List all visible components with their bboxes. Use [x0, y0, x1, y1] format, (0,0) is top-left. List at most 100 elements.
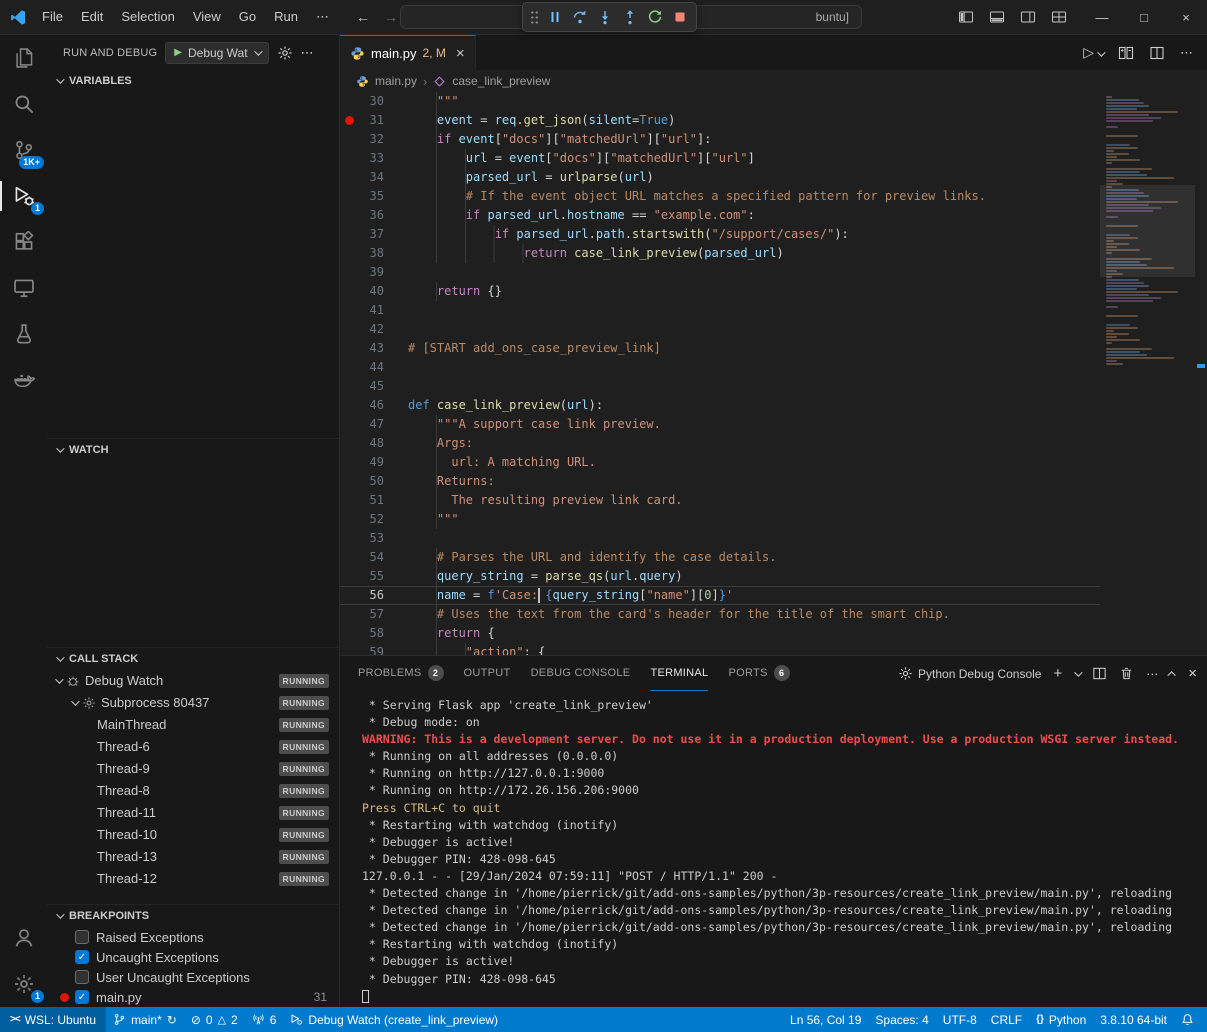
- menu-run[interactable]: Run: [265, 5, 307, 29]
- code-line[interactable]: 44: [340, 358, 1195, 377]
- code-line[interactable]: 56name = f'Case: {query_string["name"][0…: [340, 586, 1195, 605]
- code-line[interactable]: 46def case_link_preview(url):: [340, 396, 1195, 415]
- toggle-secondary-sidebar-icon[interactable]: [1020, 9, 1036, 25]
- code-line[interactable]: 41: [340, 301, 1195, 320]
- activity-extensions[interactable]: [0, 219, 47, 265]
- status-notifications[interactable]: [1174, 1007, 1201, 1032]
- code-line[interactable]: 53: [340, 529, 1195, 548]
- activity-docker[interactable]: [0, 357, 47, 403]
- activity-source-control[interactable]: 1K+: [0, 127, 47, 173]
- breakpoint-item[interactable]: Raised Exceptions: [47, 927, 339, 947]
- minimap-slider[interactable]: [1100, 185, 1195, 277]
- code-line[interactable]: 36if parsed_url.hostname == "example.com…: [340, 206, 1195, 225]
- code-line[interactable]: 32if event["docs"]["matchedUrl"]["url"]:: [340, 130, 1195, 149]
- code-editor[interactable]: 30"""31event = req.get_json(silent=True)…: [340, 92, 1207, 655]
- callstack-item[interactable]: Thread-13RUNNING: [47, 846, 339, 868]
- breakpoint-gutter[interactable]: [340, 453, 358, 472]
- breakpoint-gutter[interactable]: [340, 548, 358, 567]
- breakpoint-gutter[interactable]: [340, 320, 358, 339]
- step-out-button[interactable]: [618, 5, 642, 29]
- code-line[interactable]: 40return {}: [340, 282, 1195, 301]
- callstack-item[interactable]: MainThreadRUNNING: [47, 714, 339, 736]
- status-remote[interactable]: ><WSL: Ubuntu: [0, 1007, 106, 1032]
- breakpoint-gutter[interactable]: [340, 605, 358, 624]
- maximize-panel-icon[interactable]: [1168, 671, 1176, 679]
- breakpoint-checkbox[interactable]: [75, 930, 89, 944]
- panel-more-icon[interactable]: ⋯: [1146, 667, 1158, 681]
- breakpoint-item[interactable]: ✓main.py31: [47, 987, 339, 1007]
- minimize-button[interactable]: —: [1081, 0, 1123, 34]
- new-terminal-icon[interactable]: +: [1053, 665, 1062, 682]
- breakpoint-gutter[interactable]: [340, 510, 358, 529]
- code-line[interactable]: 30""": [340, 92, 1195, 111]
- run-python-file-button[interactable]: ▷: [1083, 44, 1103, 61]
- watch-section-header[interactable]: WATCH: [47, 439, 339, 461]
- activity-remote-explorer[interactable]: [0, 265, 47, 311]
- status-python-version[interactable]: 3.8.10 64-bit: [1093, 1007, 1174, 1032]
- open-changes-icon[interactable]: [1118, 45, 1134, 61]
- breakpoint-gutter[interactable]: [340, 472, 358, 491]
- close-panel-icon[interactable]: ×: [1188, 665, 1197, 682]
- breakpoint-gutter[interactable]: [340, 92, 358, 111]
- panel-tab-output[interactable]: OUTPUT: [464, 656, 511, 691]
- variables-section-header[interactable]: VARIABLES: [47, 70, 339, 92]
- code-line[interactable]: 42: [340, 320, 1195, 339]
- menu-selection[interactable]: Selection: [112, 5, 183, 29]
- debug-config-dropdown[interactable]: ▶ Debug Wat: [165, 42, 268, 64]
- code-line[interactable]: 37if parsed_url.path.startswith("/suppor…: [340, 225, 1195, 244]
- step-over-button[interactable]: [568, 5, 592, 29]
- code-line[interactable]: 39: [340, 263, 1195, 282]
- breakpoint-gutter[interactable]: [340, 187, 358, 206]
- split-editor-icon[interactable]: [1149, 45, 1165, 61]
- go-forward-icon[interactable]: →: [384, 9, 398, 25]
- scrollbar[interactable]: [1195, 92, 1207, 655]
- breakpoint-gutter[interactable]: [340, 168, 358, 187]
- terminal-dropdown-icon[interactable]: [1074, 668, 1082, 676]
- callstack-item[interactable]: Thread-11RUNNING: [47, 802, 339, 824]
- status-cursor-position[interactable]: Ln 56, Col 19: [783, 1007, 868, 1032]
- close-tab-icon[interactable]: ×: [456, 45, 465, 62]
- breakpoint-gutter[interactable]: [340, 377, 358, 396]
- customize-layout-icon[interactable]: [1051, 9, 1067, 25]
- breakpoint-gutter[interactable]: [340, 415, 358, 434]
- toggle-sidebar-icon[interactable]: [958, 9, 974, 25]
- callstack-item[interactable]: Debug WatchRUNNING: [47, 670, 339, 692]
- callstack-item[interactable]: Subprocess 80437RUNNING: [47, 692, 339, 714]
- menu-more[interactable]: ⋯: [307, 5, 338, 29]
- activity-run-debug[interactable]: 1: [0, 173, 47, 219]
- maximize-button[interactable]: □: [1123, 0, 1165, 34]
- breakpoint-gutter[interactable]: [340, 149, 358, 168]
- callstack-item[interactable]: Thread-10RUNNING: [47, 824, 339, 846]
- breakpoint-gutter[interactable]: [340, 358, 358, 377]
- panel-tab-ports[interactable]: PORTS6: [728, 656, 789, 691]
- activity-explorer[interactable]: [0, 35, 47, 81]
- breakpoint-item[interactable]: ✓Uncaught Exceptions: [47, 947, 339, 967]
- code-line[interactable]: 45: [340, 377, 1195, 396]
- activity-accounts[interactable]: [0, 915, 47, 961]
- code-line[interactable]: 49url: A matching URL.: [340, 453, 1195, 472]
- status-language-mode[interactable]: {}Python: [1029, 1007, 1093, 1032]
- code-line[interactable]: 55query_string = parse_qs(url.query): [340, 567, 1195, 586]
- activity-testing[interactable]: [0, 311, 47, 357]
- code-line[interactable]: 51The resulting preview link card.: [340, 491, 1195, 510]
- tab-main-py[interactable]: main.py 2, M ×: [340, 35, 476, 70]
- code-line[interactable]: 58return {: [340, 624, 1195, 643]
- restart-button[interactable]: [643, 5, 667, 29]
- code-line[interactable]: 34parsed_url = urlparse(url): [340, 168, 1195, 187]
- terminal-profile[interactable]: Python Debug Console: [898, 666, 1041, 681]
- stop-button[interactable]: [668, 5, 692, 29]
- code-line[interactable]: 54# Parses the URL and identify the case…: [340, 548, 1195, 567]
- callstack-item[interactable]: Thread-6RUNNING: [47, 736, 339, 758]
- breakpoint-gutter[interactable]: [340, 225, 358, 244]
- start-debugging-icon[interactable]: ▶: [174, 47, 182, 58]
- code-line[interactable]: 57# Uses the text from the card's header…: [340, 605, 1195, 624]
- status-debug-status[interactable]: Debug Watch (create_link_preview): [283, 1007, 505, 1032]
- more-actions-icon[interactable]: ⋯: [1180, 45, 1193, 61]
- breakpoint-checkbox[interactable]: ✓: [75, 950, 89, 964]
- breakpoint-gutter[interactable]: [340, 586, 358, 605]
- breakpoint-gutter[interactable]: [340, 339, 358, 358]
- breakpoint-gutter[interactable]: [340, 567, 358, 586]
- code-line[interactable]: 48Args:: [340, 434, 1195, 453]
- drag-handle-icon[interactable]: [530, 10, 539, 25]
- menu-go[interactable]: Go: [230, 5, 265, 29]
